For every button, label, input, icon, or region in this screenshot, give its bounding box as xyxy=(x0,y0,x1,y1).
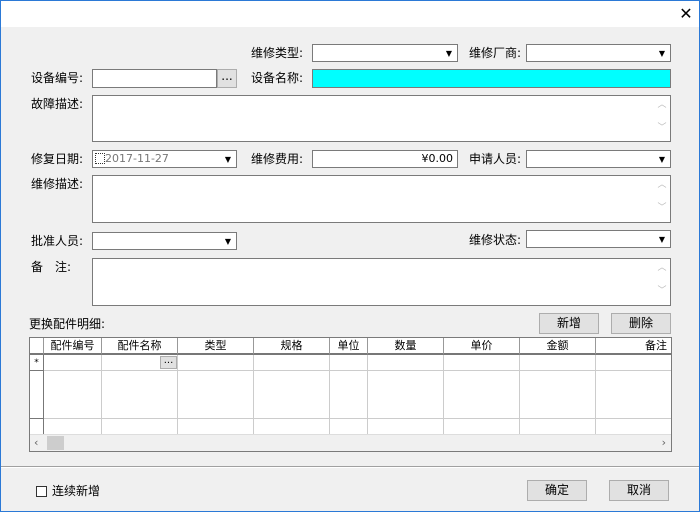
close-button[interactable]: ✕ xyxy=(673,3,699,25)
applicant-select[interactable]: ▼ xyxy=(526,150,671,168)
cancel-button[interactable]: 取消 xyxy=(609,480,669,501)
column-header[interactable]: 数量 xyxy=(368,338,444,355)
grid-cell[interactable] xyxy=(596,371,671,419)
scrollbar[interactable]: ︿ ﹀ xyxy=(655,260,669,304)
grid-cell[interactable] xyxy=(444,355,520,371)
column-header[interactable]: 配件编号 xyxy=(44,338,102,355)
chevron-down-icon: ▼ xyxy=(658,235,666,244)
date-checkbox[interactable] xyxy=(95,153,105,164)
column-header[interactable]: 备注 xyxy=(596,338,671,355)
grid-cell[interactable] xyxy=(102,371,178,419)
grid-cell[interactable] xyxy=(178,419,254,435)
ok-button[interactable]: 确定 xyxy=(527,480,587,501)
grid-cell[interactable] xyxy=(254,371,330,419)
chevron-down-icon: ▼ xyxy=(224,155,232,164)
vendor-select[interactable]: ▼ xyxy=(526,44,671,62)
column-header[interactable]: 单价 xyxy=(444,338,520,355)
fault-label: 故障描述: xyxy=(31,97,84,111)
continuous-add-label: 连续新增 xyxy=(52,484,101,498)
grid-cell[interactable] xyxy=(368,355,444,371)
status-label: 维修状态: xyxy=(469,233,522,247)
repair-date-picker[interactable]: 2017-11-27 ▼ xyxy=(92,150,237,168)
column-header[interactable]: 金额 xyxy=(520,338,596,355)
vendor-label: 维修厂商: xyxy=(469,46,522,60)
row-header xyxy=(30,419,44,435)
device-browse-button[interactable]: ... xyxy=(217,69,237,88)
cost-input[interactable]: ¥0.00 xyxy=(312,150,458,168)
grid-cell[interactable] xyxy=(330,355,368,371)
repair-desc-label: 维修描述: xyxy=(31,177,84,191)
grid-cell[interactable] xyxy=(520,355,596,371)
grid-cell[interactable] xyxy=(520,371,596,419)
grid-cell[interactable] xyxy=(368,419,444,435)
cost-label: 维修费用: xyxy=(251,152,304,166)
device-name-label: 设备名称: xyxy=(251,71,304,85)
remark-label: 备 注: xyxy=(31,260,72,274)
column-header[interactable]: 单位 xyxy=(330,338,368,355)
row-header xyxy=(30,371,44,419)
grid-cell[interactable] xyxy=(368,371,444,419)
grid-cell[interactable] xyxy=(444,419,520,435)
chevron-down-icon: ▼ xyxy=(658,155,666,164)
grid-cell[interactable] xyxy=(330,371,368,419)
new-row-marker: * xyxy=(30,355,44,371)
status-select[interactable]: ▼ xyxy=(526,230,671,248)
grid-cell[interactable] xyxy=(254,355,330,371)
repair-desc-textarea[interactable]: ︿ ﹀ xyxy=(92,175,671,223)
column-header[interactable]: 类型 xyxy=(178,338,254,355)
remark-textarea[interactable]: ︿ ﹀ xyxy=(92,258,671,306)
scroll-left-icon[interactable]: ‹ xyxy=(34,436,38,449)
fault-textarea[interactable]: ︿ ﹀ xyxy=(92,95,671,142)
row-header-corner xyxy=(30,338,44,355)
grid-cell[interactable] xyxy=(596,355,671,371)
title-bar xyxy=(1,1,699,27)
grid-cell[interactable] xyxy=(596,419,671,435)
scroll-right-icon[interactable]: › xyxy=(662,436,666,449)
repair-date-label: 修复日期: xyxy=(31,152,84,166)
continuous-add-checkbox[interactable] xyxy=(36,486,47,497)
approver-select[interactable]: ▼ xyxy=(92,232,237,250)
grid-cell[interactable] xyxy=(44,371,102,419)
grid-cell[interactable] xyxy=(44,355,102,371)
repair-date-value: 2017-11-27 xyxy=(105,152,169,165)
scrollbar[interactable]: ︿ ﹀ xyxy=(655,177,669,221)
grid-cell[interactable] xyxy=(254,419,330,435)
footer-divider-highlight xyxy=(1,467,699,468)
grid-cell[interactable] xyxy=(44,419,102,435)
chevron-down-icon: ▼ xyxy=(445,49,453,58)
grid-cell[interactable] xyxy=(178,371,254,419)
repair-type-select[interactable]: ▼ xyxy=(312,44,458,62)
grid-cell[interactable] xyxy=(102,419,178,435)
grid-cell[interactable] xyxy=(178,355,254,371)
device-name-input[interactable] xyxy=(312,69,671,88)
approver-label: 批准人员: xyxy=(31,234,84,248)
parts-grid[interactable]: 配件编号 配件名称 类型 规格 单位 数量 单价 金额 备注 * ... ‹ › xyxy=(29,337,672,452)
grid-cell[interactable] xyxy=(330,419,368,435)
parts-title: 更换配件明细: xyxy=(29,317,106,331)
scroll-thumb[interactable] xyxy=(47,436,64,450)
column-header[interactable]: 规格 xyxy=(254,338,330,355)
delete-part-button[interactable]: 删除 xyxy=(611,313,671,334)
chevron-down-icon: ▼ xyxy=(658,49,666,58)
column-header[interactable]: 配件名称 xyxy=(102,338,178,355)
device-no-label: 设备编号: xyxy=(31,71,84,85)
horizontal-scrollbar[interactable]: ‹ › xyxy=(30,434,671,451)
grid-cell[interactable] xyxy=(444,371,520,419)
applicant-label: 申请人员: xyxy=(469,152,522,166)
chevron-down-icon: ▼ xyxy=(224,237,232,246)
device-no-input[interactable] xyxy=(92,69,217,88)
grid-cell[interactable] xyxy=(520,419,596,435)
add-part-button[interactable]: 新增 xyxy=(539,313,599,334)
repair-type-label: 维修类型: xyxy=(251,46,304,60)
part-name-browse-button[interactable]: ... xyxy=(160,356,177,369)
scrollbar[interactable]: ︿ ﹀ xyxy=(655,97,669,140)
